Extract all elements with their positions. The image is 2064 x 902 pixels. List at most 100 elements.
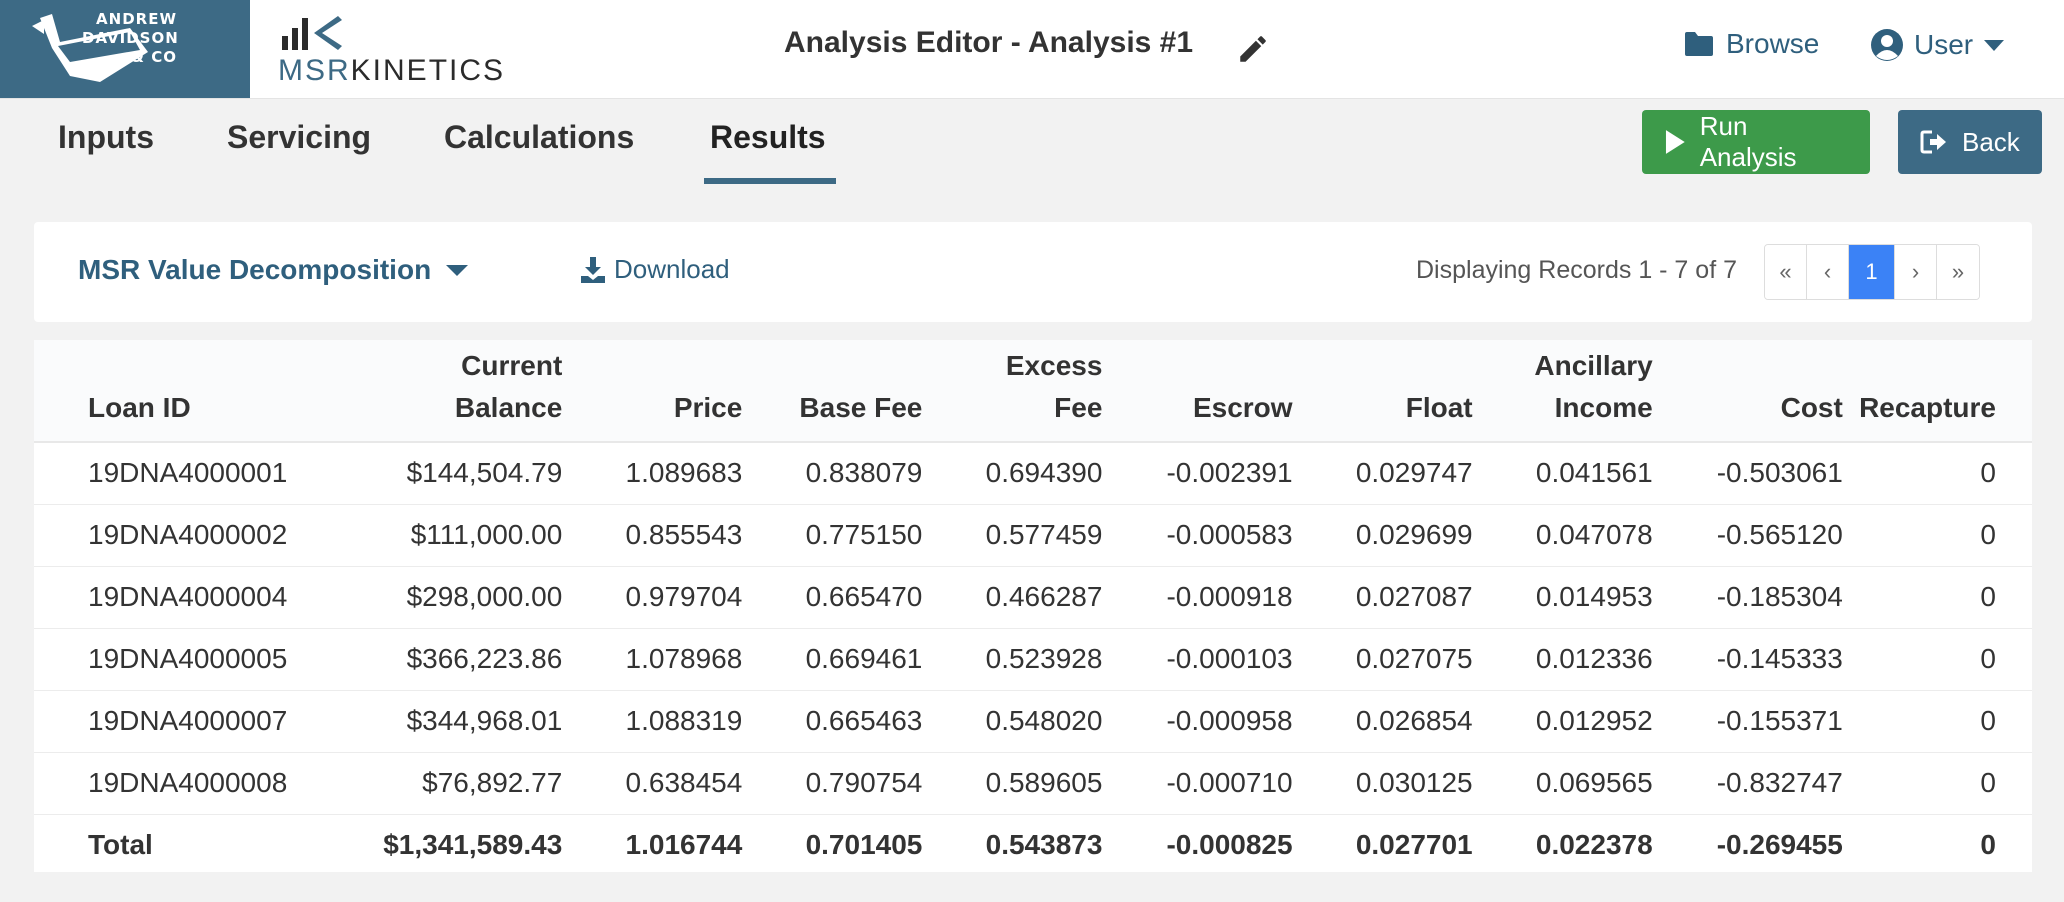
tab-servicing[interactable]: Servicing [227,119,371,156]
user-menu[interactable]: User [1870,28,2005,62]
cell-loan-id: 19DNA4000008 [34,752,291,815]
cell-price: 0.855543 [562,504,743,567]
column-header-line [1653,345,1843,387]
cell-base-fee: 0.775150 [742,504,923,567]
column-header-line: Ancillary [1534,350,1653,381]
browse-link[interactable]: Browse [1684,28,1819,60]
cell-float: 0.027087 [1292,566,1473,629]
cell-escrow: -0.000103 [1102,628,1293,691]
back-label: Back [1962,126,2020,157]
cell-cost: -0.185304 [1652,566,1843,629]
column-header-line: Fee [1054,392,1103,423]
msr-suffix: KINETICS [350,54,506,87]
sign-out-icon [1920,130,1946,154]
results-table-card: Loan ID Current Balance Price Base Fee Exce… [34,340,2032,872]
cell-cost: -0.269455 [1716,829,1843,861]
cell-cost: -0.503061 [1652,442,1843,505]
page-title: Analysis Editor - Analysis #1 [784,26,1194,59]
cell-base-fee: 0.665463 [742,690,923,753]
cell-excess-fee: 0.543873 [985,829,1103,861]
column-header-line [742,345,922,387]
report-select-value: MSR Value Decomposition [78,254,432,285]
cell-recapture: 0 [1980,829,1996,861]
report-select-dropdown[interactable]: MSR Value Decomposition [78,254,469,286]
column-header-price[interactable]: Price [562,340,743,443]
cell-base-fee: 0.669461 [742,628,923,691]
column-header-recapture[interactable]: Recapture [1842,340,2032,443]
column-header-float[interactable]: Float [1292,340,1473,443]
column-header-line: Escrow [1192,392,1293,423]
pager-next-button[interactable]: › [1895,245,1937,299]
tab-calculations[interactable]: Calculations [444,119,634,156]
ad-logo-line1: ANDREW [96,10,177,28]
cell-float: 0.029747 [1292,442,1473,505]
cell-recapture: 0 [1842,504,2032,567]
active-tab-indicator [704,178,836,184]
back-button[interactable]: Back [1898,110,2042,174]
pager-last-button[interactable]: » [1937,245,1979,299]
cell-price: 1.088319 [562,690,743,753]
column-header-line: Recapture [1859,392,1996,423]
cell-escrow: -0.002391 [1102,442,1293,505]
folder-icon [1685,32,1713,56]
download-link[interactable]: Download [580,254,730,285]
run-analysis-button[interactable]: Run Analysis [1642,110,1870,174]
user-label: User [1914,29,1974,60]
column-header-cost[interactable]: Cost [1652,340,1843,443]
caret-down-icon [1984,40,2005,51]
cell-excess-fee: 0.548020 [922,690,1103,753]
cell-escrow: -0.000958 [1102,690,1293,753]
column-header-ancillary-income[interactable]: Ancillary Income [1472,340,1653,443]
cell-current-balance: $76,892.77 [290,752,563,815]
cell-current-balance: $366,223.86 [290,628,563,691]
cell-escrow: -0.000918 [1102,566,1293,629]
pager-first-button[interactable]: « [1765,245,1807,299]
pagination: « ‹ 1 › » [1764,244,1980,300]
msr-kinetics-logo[interactable]: MSRKINETICS [278,14,503,87]
cell-loan-id: 19DNA4000002 [34,504,291,567]
cell-loan-id: 19DNA4000005 [34,628,291,691]
table-row: 19DNA4000004 $298,000.00 0.979704 0.665470 0… [34,566,2032,629]
play-icon [1665,130,1685,154]
cell-current-balance: $144,504.79 [290,442,563,505]
run-analysis-label: Run Analysis [1699,111,1797,172]
tab-results[interactable]: Results [710,119,826,156]
cell-ancillary-income: 0.069565 [1472,752,1653,815]
browse-label: Browse [1726,28,1820,59]
table-row: 19DNA4000001 $144,504.79 1.089683 0.838079 0… [34,442,2032,505]
results-table: Loan ID Current Balance Price Base Fee Exce… [34,340,2032,876]
pencil-icon[interactable] [1236,32,1270,66]
app-header: ANDREW DAVIDSON & CO MSRKINETICS Analysi… [0,0,2064,98]
pager-page-button[interactable]: 1 [1849,245,1895,299]
cell-base-fee: 0.790754 [742,752,923,815]
table-row: 19DNA4000005 $366,223.86 1.078968 0.669461 0… [34,628,2032,691]
pager-prev-button[interactable]: ‹ [1807,245,1849,299]
cell-price: 0.638454 [562,752,743,815]
cell-excess-fee: 0.694390 [922,442,1103,505]
cell-base-fee: 0.838079 [742,442,923,505]
caret-down-icon [446,265,469,276]
cell-excess-fee: 0.466287 [922,566,1103,629]
cell-escrow: -0.000583 [1102,504,1293,567]
cell-ancillary-income: 0.014953 [1472,566,1653,629]
cell-recapture: 0 [1842,566,2032,629]
msr-bars-icon [282,16,342,50]
column-header-line [1102,345,1292,387]
column-header-excess-fee[interactable]: Excess Fee [922,340,1103,443]
column-header-base-fee[interactable]: Base Fee [742,340,923,443]
results-toolbar: MSR Value Decomposition Download Display… [34,222,2032,322]
andrew-davidson-logo[interactable]: ANDREW DAVIDSON & CO [0,0,250,98]
column-header-loan-id[interactable]: Loan ID [34,340,291,443]
column-header-escrow[interactable]: Escrow [1102,340,1293,443]
cell-excess-fee: 0.577459 [922,504,1103,567]
cell-float: 0.030125 [1292,752,1473,815]
cell-cost: -0.145333 [1652,628,1843,691]
column-header-line: Base Fee [799,392,923,423]
column-header-current-balance[interactable]: Current Balance [290,340,563,443]
cell-current-balance: $344,968.01 [290,690,563,753]
ad-logo-line3: & CO [130,48,177,66]
cell-ancillary-income: 0.012952 [1472,690,1653,753]
cell-loan-id: Total [88,829,153,861]
tab-inputs[interactable]: Inputs [58,119,154,156]
cell-escrow: -0.000710 [1102,752,1293,815]
